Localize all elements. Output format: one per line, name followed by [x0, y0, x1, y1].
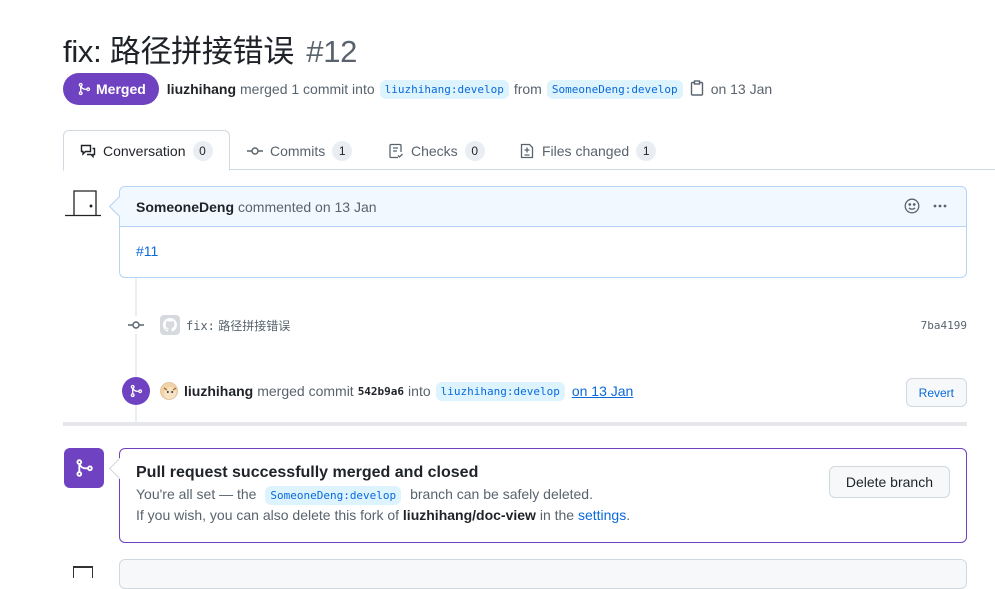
- git-merge-icon: [78, 82, 91, 96]
- comment-header: SomeoneDeng commented on 13 Jan: [120, 187, 966, 227]
- comment-discussion-icon: [80, 144, 96, 158]
- merged-state-label: Merged: [96, 81, 146, 97]
- merge-commit-sha-link[interactable]: 542b9a6: [358, 385, 404, 398]
- git-merge-icon: [64, 448, 104, 488]
- pr-meta: Merged liuzhihang merged 1 commit into l…: [63, 73, 772, 105]
- pr-title: fix: 路径拼接错误 #12: [63, 26, 357, 71]
- head-branch-link[interactable]: SomeoneDeng:develop: [546, 79, 683, 99]
- merge-event: liuzhihang merged commit 542b9a6 into li…: [122, 375, 967, 407]
- revert-button[interactable]: Revert: [905, 378, 967, 407]
- pr-meta-text: merged 1 commit into: [240, 81, 375, 97]
- merged-status-line-2: If you wish, you can also delete this fo…: [136, 507, 631, 523]
- comment-author-link[interactable]: SomeoneDeng: [136, 199, 234, 215]
- comment-body: #11: [120, 227, 966, 275]
- issue-reference-link[interactable]: #11: [136, 243, 158, 259]
- merged-state-badge: Merged: [63, 73, 159, 105]
- pr-number: #12: [306, 34, 358, 69]
- tab-conversation-label: Conversation: [103, 142, 186, 159]
- commit-sha-link[interactable]: 7ba4199: [921, 319, 967, 332]
- tab-commits-label: Commits: [270, 142, 326, 159]
- timeline-divider: [63, 422, 967, 426]
- merged-status-line-1: You're all set — the SomeoneDeng:develop…: [136, 486, 950, 505]
- file-diff-icon: [520, 143, 534, 158]
- commit-message-link[interactable]: fix: 路径拼接错误: [186, 317, 290, 334]
- comment-action: commented on 13 Jan: [238, 198, 377, 215]
- git-commit-icon: [247, 146, 263, 155]
- merger-link[interactable]: liuzhihang: [184, 383, 253, 399]
- pr-date: on 13 Jan: [710, 81, 773, 97]
- copy-branch-icon[interactable]: [690, 79, 704, 99]
- deletable-branch-link[interactable]: SomeoneDeng:develop: [265, 486, 402, 505]
- checklist-icon: [389, 143, 403, 158]
- git-merge-icon: [122, 377, 150, 405]
- pr-tabs: Conversation 0 Commits 1 Checks 0 Files …: [63, 130, 995, 171]
- pr-description-comment: SomeoneDeng commented on 13 Jan #11: [119, 186, 967, 278]
- merge-action: merged commit: [257, 383, 354, 399]
- base-branch-link[interactable]: liuzhihang:develop: [379, 79, 509, 99]
- tab-files-label: Files changed: [542, 142, 630, 159]
- tab-commits-count: 1: [332, 140, 353, 161]
- github-octocat-avatar-icon: [160, 315, 180, 335]
- kebab-horizontal-icon[interactable]: [932, 198, 948, 214]
- pr-title-text: fix: 路径拼接错误: [63, 34, 294, 69]
- merged-status-box: Pull request successfully merged and clo…: [119, 448, 967, 543]
- comment-composer-box: [119, 559, 967, 589]
- someonedeng-avatar[interactable]: [63, 189, 103, 217]
- pr-author-link[interactable]: liuzhihang: [167, 81, 236, 97]
- merge-date-link[interactable]: on 13 Jan: [572, 383, 634, 399]
- add-reaction-smiley-icon[interactable]: [904, 198, 920, 214]
- bottom-avatar: [73, 566, 93, 578]
- tab-files-changed[interactable]: Files changed 1: [503, 130, 672, 171]
- liuzhihang-avatar[interactable]: [160, 382, 178, 400]
- tab-commits[interactable]: Commits 1: [231, 130, 368, 171]
- tab-conversation-count: 0: [192, 140, 213, 161]
- merge-into-text: into: [408, 383, 431, 399]
- git-commit-icon: [127, 316, 145, 334]
- tab-files-count: 1: [636, 140, 657, 161]
- merge-base-branch-link[interactable]: liuzhihang:develop: [435, 381, 565, 401]
- tab-checks-count: 0: [464, 140, 485, 161]
- tab-checks[interactable]: Checks 0: [372, 130, 501, 171]
- fork-repo-name: liuzhihang/doc-view: [402, 507, 536, 523]
- merged-status-title: Pull request successfully merged and clo…: [136, 464, 479, 481]
- settings-link[interactable]: settings: [578, 507, 626, 523]
- commit-item: fix: 路径拼接错误 7ba4199: [127, 313, 967, 337]
- tab-checks-label: Checks: [411, 142, 458, 159]
- tab-conversation[interactable]: Conversation 0: [63, 130, 230, 171]
- delete-branch-button[interactable]: Delete branch: [828, 466, 950, 498]
- from-text: from: [513, 81, 542, 97]
